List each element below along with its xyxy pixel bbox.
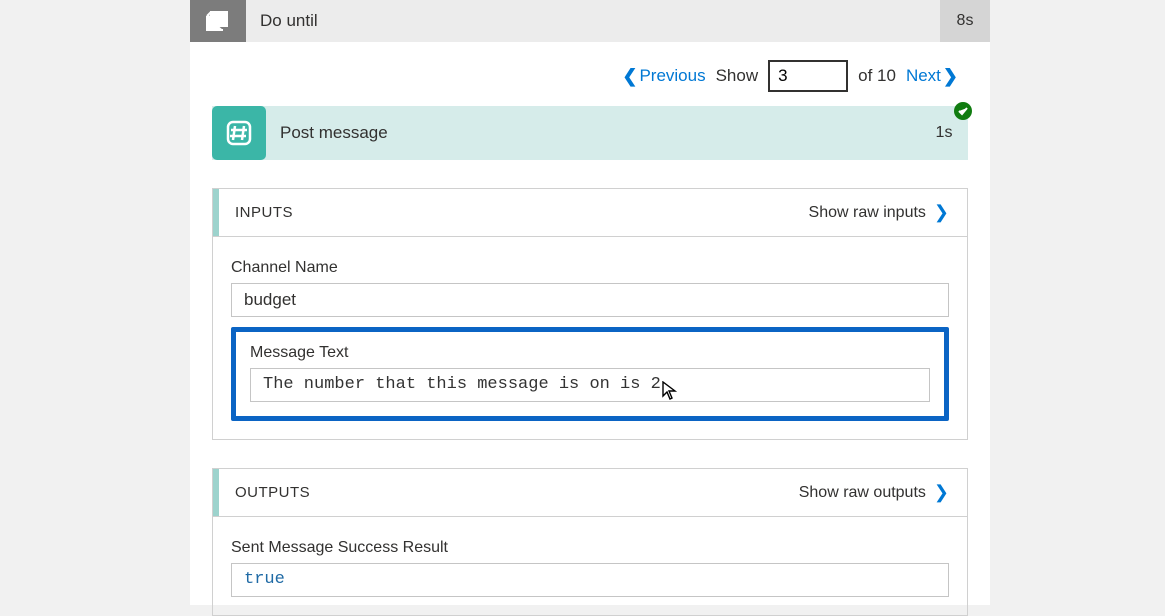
- outputs-title: OUTPUTS: [229, 484, 310, 501]
- outputs-card: OUTPUTS Show raw outputs ❯ Sent Message …: [212, 468, 968, 616]
- post-message-header[interactable]: Post message 1s: [212, 106, 968, 160]
- show-raw-outputs-label: Show raw outputs: [799, 484, 926, 502]
- step-card: Post message 1s: [212, 106, 968, 160]
- outputs-header: OUTPUTS Show raw outputs ❯: [213, 469, 967, 517]
- success-result-field: Sent Message Success Result true: [231, 539, 949, 597]
- do-until-icon: [205, 10, 231, 32]
- run-details-panel: Do until 8s ❮ Previous Show of 10 Next ❯: [190, 0, 990, 605]
- message-text-label: Message Text: [250, 344, 930, 362]
- page-total-label: of 10: [858, 66, 896, 86]
- success-result-label: Sent Message Success Result: [231, 539, 949, 557]
- success-result-value[interactable]: true: [231, 563, 949, 597]
- message-text-value[interactable]: The number that this message is on is 2: [250, 368, 930, 402]
- do-until-title: Do until: [246, 11, 940, 31]
- next-label: Next: [906, 66, 941, 86]
- post-message-title: Post message: [266, 123, 920, 143]
- do-until-header[interactable]: Do until 8s: [190, 0, 990, 42]
- channel-name-field: Channel Name budget: [231, 259, 949, 317]
- show-raw-inputs-link[interactable]: Show raw inputs ❯: [809, 202, 949, 223]
- inputs-card: INPUTS Show raw inputs ❯ Channel Name bu…: [212, 188, 968, 440]
- previous-label: Previous: [639, 66, 705, 86]
- chevron-right-icon: ❯: [943, 66, 958, 87]
- hash-icon: [225, 119, 253, 147]
- iteration-pager: ❮ Previous Show of 10 Next ❯: [190, 42, 990, 106]
- show-raw-inputs-label: Show raw inputs: [809, 204, 926, 222]
- chevron-left-icon: ❮: [622, 66, 637, 87]
- chevron-right-icon: ❯: [934, 202, 949, 223]
- message-text-field: Message Text The number that this messag…: [250, 344, 930, 402]
- post-message-icon-box: [212, 106, 266, 160]
- iteration-input[interactable]: [768, 60, 848, 92]
- inputs-title: INPUTS: [229, 204, 293, 221]
- do-until-duration: 8s: [940, 0, 990, 42]
- channel-name-value[interactable]: budget: [231, 283, 949, 317]
- message-text-highlight: Message Text The number that this messag…: [231, 327, 949, 421]
- do-until-icon-box: [190, 0, 246, 42]
- show-label: Show: [716, 66, 759, 86]
- inputs-header: INPUTS Show raw inputs ❯: [213, 189, 967, 237]
- previous-button[interactable]: ❮ Previous: [622, 66, 705, 87]
- post-message-duration: 1s: [920, 124, 968, 142]
- show-raw-outputs-link[interactable]: Show raw outputs ❯: [799, 482, 949, 503]
- channel-name-label: Channel Name: [231, 259, 949, 277]
- next-button[interactable]: Next ❯: [906, 66, 958, 87]
- success-badge: [954, 102, 972, 120]
- chevron-right-icon: ❯: [934, 482, 949, 503]
